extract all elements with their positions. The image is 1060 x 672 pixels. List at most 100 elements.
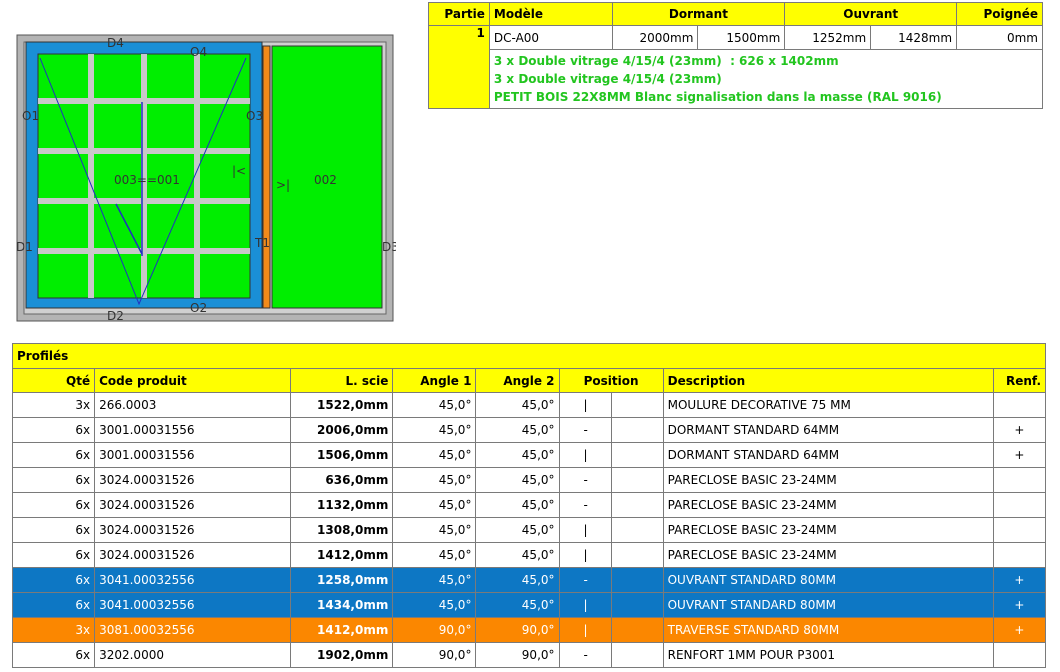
col-renf: Renf. (992, 368, 1047, 393)
label-d3: D3 (382, 240, 396, 254)
label-arrow-right: >| (276, 178, 290, 192)
spec-row[interactable]: 1 DC-A00 2000mm 1500mm 1252mm 1428mm 0mm (428, 25, 1043, 109)
label-d1: D1 (16, 240, 33, 254)
cell-qte: 6x (11, 542, 96, 568)
cell-code: 3024.00031526 (94, 517, 292, 543)
label-o1: O1 (22, 109, 39, 123)
profile-row[interactable]: 6x 3001.00031556 2006,0mm 45,0° 45,0° - DORMAN… (11, 417, 1047, 443)
cell-ouvrant-w: 1252mm (784, 25, 872, 50)
cell-description: PARECLOSE BASIC 23-24MM (662, 517, 994, 543)
cell-poignee: 0mm (956, 25, 1043, 50)
cell-qte: 6x (11, 517, 96, 543)
cell-angle1: 45,0° (392, 592, 477, 618)
cell-ouvrant-h: 1428mm (870, 25, 958, 50)
profiles-title-row: Profilés (12, 343, 1046, 369)
cell-description: OUVRANT STANDARD 80MM (662, 567, 994, 593)
cell-code: 3041.00032556 (94, 567, 292, 593)
header-modele: Modèle (488, 2, 613, 26)
cell-description: RENFORT 1MM POUR P3001 (662, 642, 994, 668)
cell-lscie: 1412,0mm (290, 542, 394, 568)
profile-row[interactable]: 6x 3024.00031526 1132,0mm 45,0° 45,0° - PARECL… (11, 492, 1047, 518)
cell-renf (992, 642, 1047, 668)
col-description: Description (662, 368, 994, 393)
cell-position-blank (610, 492, 664, 518)
cell-lscie: 1258,0mm (290, 567, 394, 593)
cell-renf (992, 392, 1047, 418)
cell-code: 3024.00031526 (94, 542, 292, 568)
label-o2: O2 (190, 301, 207, 315)
cell-code: 3001.00031556 (94, 442, 292, 468)
cell-position-blank (610, 467, 664, 493)
header-dormant: Dormant (611, 2, 786, 26)
cell-qte: 6x (11, 467, 96, 493)
label-o4: O4 (190, 45, 207, 59)
spec-table: Partie Modèle Dormant Ouvrant Poignée 1 … (428, 2, 1044, 109)
cell-position: - (558, 417, 612, 443)
col-angle1: Angle 1 (392, 368, 477, 393)
cell-angle1: 45,0° (392, 417, 477, 443)
cell-angle2: 45,0° (475, 592, 560, 618)
header-partie: Partie (428, 2, 490, 26)
glazing-notes: 3 x Double vitrage 4/15/4 (23mm) : 626 x… (488, 49, 1044, 109)
cell-dormant-w: 2000mm (611, 25, 699, 50)
cell-description: PARECLOSE BASIC 23-24MM (662, 542, 994, 568)
cell-lscie: 1902,0mm (290, 642, 394, 668)
profiles-table: Profilés Qté Code produit L. scie Angle … (11, 343, 1047, 668)
transom (262, 45, 271, 309)
cell-renf: + (992, 442, 1047, 468)
cell-position: | (558, 592, 612, 618)
col-angle2: Angle 2 (475, 368, 560, 393)
cell-renf: + (992, 567, 1047, 593)
cell-position: - (558, 642, 612, 668)
profile-row[interactable]: 6x 3024.00031526 636,0mm 45,0° 45,0° - PARECLO… (11, 467, 1047, 493)
cell-position: | (558, 517, 612, 543)
glazing-note: 3 x Double vitrage 4/15/4 (23mm) : 626 x… (493, 54, 839, 68)
glazing-note: PETIT BOIS 22X8MM Blanc signalisation da… (493, 90, 942, 104)
profile-row[interactable]: 6x 3024.00031526 1412,0mm 45,0° 45,0° | PARECL… (11, 542, 1047, 568)
cell-qte: 6x (11, 592, 96, 618)
cell-description: OUVRANT STANDARD 80MM (662, 592, 994, 618)
cell-lscie: 1412,0mm (290, 617, 394, 643)
cell-renf (992, 542, 1047, 568)
cell-description: MOULURE DECORATIVE 75 MM (662, 392, 994, 418)
cell-code: 3024.00031526 (94, 492, 292, 518)
cell-renf (992, 467, 1047, 493)
cell-position-blank (610, 417, 664, 443)
cell-angle2: 45,0° (475, 467, 560, 493)
profile-row[interactable]: 6x 3041.00032556 1434,0mm 45,0° 45,0° | OUVRAN… (11, 592, 1047, 618)
profiles-header-row: Qté Code produit L. scie Angle 1 Angle 2… (11, 368, 1047, 393)
cell-description: PARECLOSE BASIC 23-24MM (662, 492, 994, 518)
cell-description: DORMANT STANDARD 64MM (662, 442, 994, 468)
cell-angle2: 45,0° (475, 542, 560, 568)
cell-angle2: 45,0° (475, 417, 560, 443)
cell-code: 266.0003 (94, 392, 292, 418)
cell-position: - (558, 567, 612, 593)
col-lscie: L. scie (290, 368, 394, 393)
cell-lscie: 636,0mm (290, 467, 394, 493)
cell-angle1: 45,0° (392, 492, 477, 518)
cell-angle1: 45,0° (392, 442, 477, 468)
profile-row[interactable]: 6x 3041.00032556 1258,0mm 45,0° 45,0° - OUVRAN… (11, 567, 1047, 593)
profile-row[interactable]: 3x 266.0003 1522,0mm 45,0° 45,0° | MOULURE DEC… (11, 392, 1047, 418)
cell-position-blank (610, 392, 664, 418)
cell-position-blank (610, 542, 664, 568)
cell-angle2: 90,0° (475, 642, 560, 668)
col-position: Position (558, 368, 664, 393)
cell-partie: 1 (428, 25, 490, 109)
header-poignee: Poignée (956, 2, 1043, 26)
cell-lscie: 1434,0mm (290, 592, 394, 618)
header-ouvrant: Ouvrant (784, 2, 958, 26)
profile-row[interactable]: 6x 3001.00031556 1506,0mm 45,0° 45,0° | DORMAN… (11, 442, 1047, 468)
cell-renf (992, 492, 1047, 518)
profile-row[interactable]: 6x 3024.00031526 1308,0mm 45,0° 45,0° | PARECL… (11, 517, 1047, 543)
label-o3: O3 (246, 109, 263, 123)
label-d4: D4 (107, 36, 124, 50)
cell-position-blank (610, 617, 664, 643)
cell-qte: 6x (11, 492, 96, 518)
cell-lscie: 2006,0mm (290, 417, 394, 443)
profile-row[interactable]: 3x 3081.00032556 1412,0mm 90,0° 90,0° | TRAVER… (11, 617, 1047, 643)
cell-angle1: 45,0° (392, 517, 477, 543)
window-drawing: D4 D2 O4 O2 O1 O3 D1 D3 T1 003==001 002 … (16, 34, 396, 323)
col-qte: Qté (11, 368, 96, 393)
profile-row[interactable]: 6x 3202.0000 1902,0mm 90,0° 90,0° - RENFORT 1M… (11, 642, 1047, 668)
